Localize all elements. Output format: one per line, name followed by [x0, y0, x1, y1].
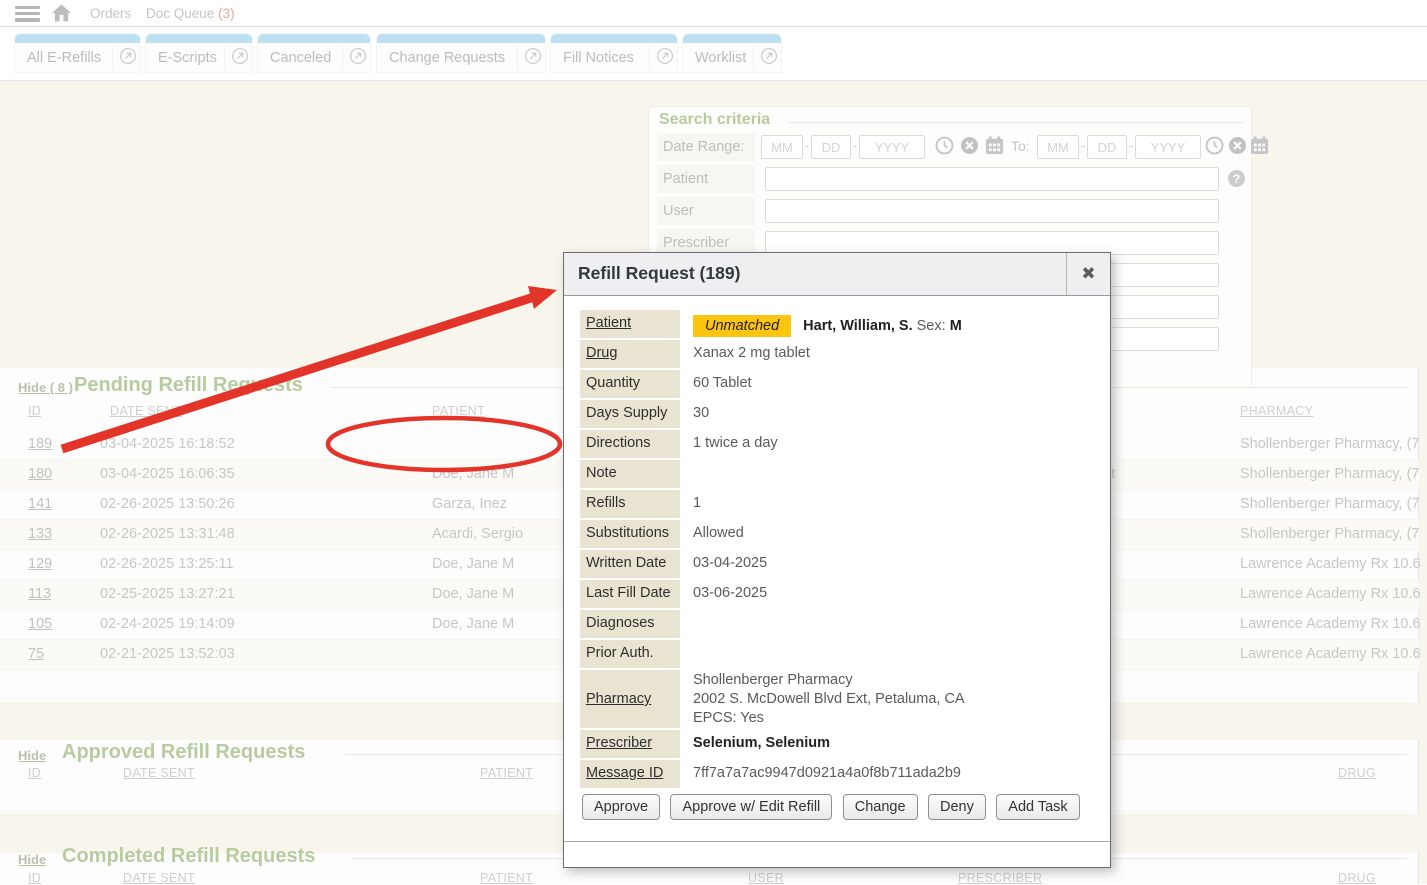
to-month-input[interactable] [1037, 135, 1079, 159]
date-range-row: Date Range: - - To: - - [657, 133, 1245, 161]
user-label: User [657, 197, 755, 225]
close-icon[interactable]: ✖ [1066, 253, 1110, 295]
deny-button[interactable]: Deny [928, 794, 986, 820]
col-patient[interactable]: PATIENT [480, 871, 533, 885]
detail-row-message-id: Message ID7ff7a7a7ac9947d0921a4a0f8b711a… [580, 760, 1094, 788]
pharmacy-link[interactable]: Pharmacy [580, 670, 680, 728]
tab-canceled[interactable]: Canceled [258, 34, 370, 72]
patient-label: Patient [657, 165, 755, 193]
approved-hide-link[interactable]: Hide [18, 748, 46, 763]
external-link-icon[interactable] [753, 47, 775, 69]
approve-edit-refill-button[interactable]: Approve w/ Edit Refill [670, 794, 832, 820]
clock-icon[interactable] [935, 136, 954, 155]
hamburger-menu-icon[interactable] [15, 6, 40, 22]
col-patient[interactable]: PATIENT [432, 404, 485, 418]
change-button[interactable]: Change [843, 794, 918, 820]
col-drug[interactable]: DRUG [1338, 871, 1376, 885]
clock-icon[interactable] [1205, 136, 1224, 155]
doc-queue-count: (3) [218, 6, 235, 21]
completed-section-title: Completed Refill Requests [62, 845, 315, 868]
tab-fill-notices[interactable]: Fill Notices [551, 34, 677, 72]
external-link-icon[interactable] [224, 47, 246, 69]
col-prescriber[interactable]: PRESCRIBER [958, 871, 1042, 885]
approved-section-title: Approved Refill Requests [62, 741, 305, 764]
svg-text:?: ? [1233, 172, 1241, 186]
date-range-label: Date Range: [657, 133, 755, 161]
days-supply-label: Days Supply [580, 400, 680, 428]
patient-link[interactable]: Patient [580, 310, 680, 338]
refill-request-dialog: Refill Request (189) ✖ Patient Unmatched H… [563, 252, 1111, 868]
message-id-link[interactable]: Message ID [580, 760, 680, 788]
written-date-label: Written Date [580, 550, 680, 578]
substitutions-label: Substitutions [580, 520, 680, 548]
pending-hide-link[interactable]: Hide ( 8 ) [18, 380, 73, 395]
to-year-input[interactable] [1135, 135, 1201, 159]
last-fill-date-label: Last Fill Date [580, 580, 680, 608]
external-link-icon[interactable] [112, 47, 134, 69]
col-id[interactable]: ID [28, 766, 41, 780]
tab-change-requests[interactable]: Change Requests [377, 34, 545, 72]
nav-orders[interactable]: Orders [90, 6, 131, 21]
detail-row-pharmacy: PharmacyShollenberger Pharmacy2002 S. Mc… [580, 670, 1094, 728]
col-date-sent[interactable]: DATE SENT [110, 404, 182, 418]
tab-all-e-refills[interactable]: All E-Refills [15, 34, 140, 72]
pending-section-title: Pending Refill Requests [74, 374, 303, 397]
unmatched-badge: Unmatched [693, 315, 791, 337]
detail-row-drug: DrugXanax 2 mg tablet [580, 340, 1094, 368]
dialog-title: Refill Request (189) [578, 263, 740, 284]
patient-sex: M [950, 318, 962, 334]
home-icon[interactable] [52, 4, 71, 22]
col-pharmacy[interactable]: PHARMACY [1240, 404, 1313, 418]
top-bar: Orders Doc Queue (3) [0, 0, 1427, 27]
quantity-label: Quantity [580, 370, 680, 398]
tab-bar: All E-Refills E-Scripts Canceled Change … [0, 28, 1427, 81]
detail-row-patient: PatientUnmatchedHart, William, S. Sex: M [580, 310, 1094, 338]
dialog-footer [564, 841, 1110, 867]
tab-worklist[interactable]: Worklist [683, 34, 781, 72]
refills-label: Refills [580, 490, 680, 518]
help-icon[interactable]: ? [1227, 169, 1246, 188]
patient-row: Patient ? [657, 165, 1245, 193]
search-criteria-legend: Search criteria [659, 111, 770, 129]
nav-doc-queue[interactable]: Doc Queue (3) [146, 6, 235, 21]
from-year-input[interactable] [859, 135, 925, 159]
col-patient[interactable]: PATIENT [480, 766, 533, 780]
calendar-icon[interactable] [1250, 136, 1269, 155]
drug-link[interactable]: Drug [580, 340, 680, 368]
dialog-header[interactable]: Refill Request (189) ✖ [564, 253, 1110, 296]
prior-auth-label: Prior Auth. [580, 640, 680, 668]
add-task-button[interactable]: Add Task [996, 794, 1079, 820]
dialog-actions: Approve Approve w/ Edit Refill Change De… [582, 794, 1094, 820]
approve-button[interactable]: Approve [582, 794, 660, 820]
patient-name: Hart, William, S. [803, 318, 912, 334]
calendar-icon[interactable] [985, 136, 1004, 155]
col-id[interactable]: ID [28, 871, 41, 885]
external-link-icon[interactable] [649, 47, 671, 69]
user-search-input[interactable] [765, 199, 1219, 223]
clear-icon[interactable] [960, 136, 979, 155]
prescriber-link[interactable]: Prescriber [580, 730, 680, 758]
col-id[interactable]: ID [28, 404, 41, 418]
directions-label: Directions [580, 430, 680, 458]
col-date-sent[interactable]: DATE SENT [123, 871, 195, 885]
patient-search-input[interactable] [765, 167, 1219, 191]
clear-icon[interactable] [1228, 136, 1247, 155]
completed-hide-link[interactable]: Hide [18, 852, 46, 867]
dialog-body: PatientUnmatchedHart, William, S. Sex: M… [564, 296, 1110, 841]
to-day-input[interactable] [1087, 135, 1127, 159]
external-link-icon[interactable] [517, 47, 539, 69]
note-label: Note [580, 460, 680, 488]
completed-header-row: ID DATE SENT PATIENT USER PRESCRIBER DRU… [0, 871, 1419, 884]
col-date-sent[interactable]: DATE SENT [123, 766, 195, 780]
diagnoses-label: Diagnoses [580, 610, 680, 638]
to-label: To: [1011, 138, 1030, 154]
col-drug[interactable]: DRUG [1338, 766, 1376, 780]
tab-e-scripts[interactable]: E-Scripts [146, 34, 252, 72]
from-day-input[interactable] [811, 135, 851, 159]
detail-row-prescriber: PrescriberSelenium, Selenium [580, 730, 1094, 758]
from-month-input[interactable] [761, 135, 803, 159]
col-user[interactable]: USER [748, 871, 784, 885]
external-link-icon[interactable] [342, 47, 364, 69]
user-row: User [657, 197, 1245, 225]
